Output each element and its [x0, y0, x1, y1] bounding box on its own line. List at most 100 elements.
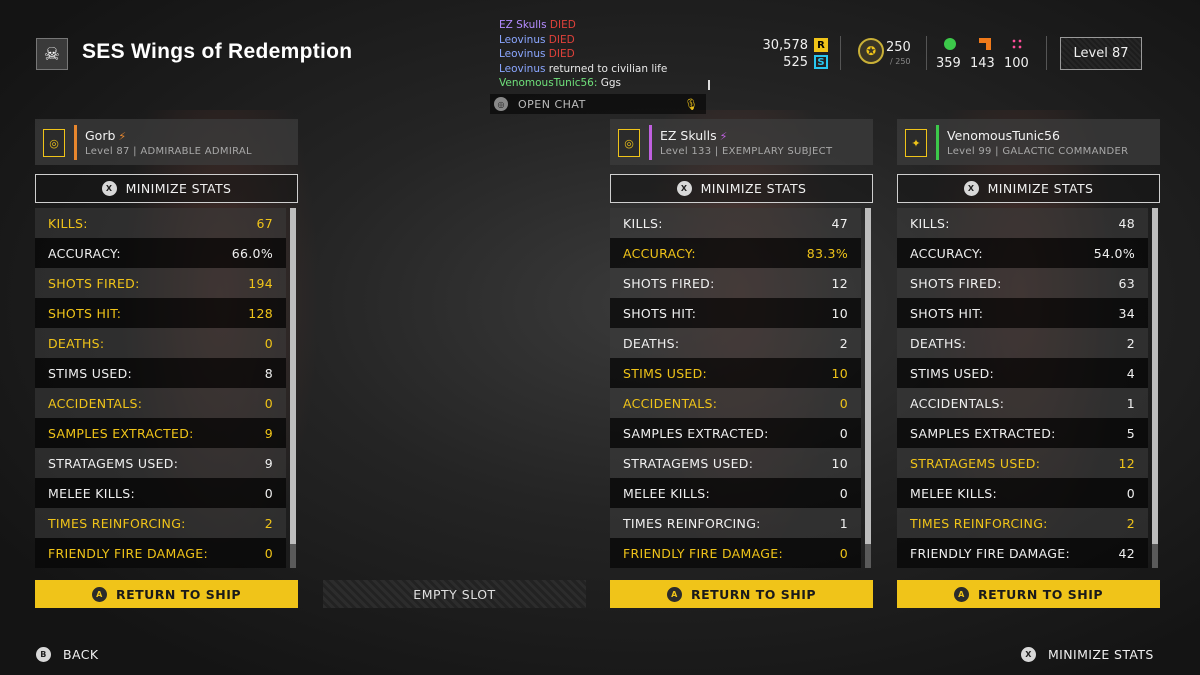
- stat-label: TIMES REINFORCING:: [623, 515, 761, 531]
- open-chat-label: OPEN CHAT: [518, 97, 586, 111]
- stat-value: 10: [831, 305, 848, 321]
- super-samples-value: 100: [1004, 56, 1029, 71]
- scrollbar-thumb[interactable]: [1152, 208, 1158, 544]
- x-button-icon: X: [963, 181, 979, 196]
- return-to-ship-button[interactable]: A RETURN TO SHIP: [35, 580, 298, 608]
- stat-value: 1: [1126, 395, 1135, 411]
- stat-row: ACCURACY: 66.0%: [35, 238, 286, 268]
- open-chat-button[interactable]: ◎ OPEN CHAT 🎙: [490, 94, 706, 114]
- stat-value: 12: [831, 275, 848, 291]
- stat-value: 0: [264, 485, 273, 501]
- stat-row: STRATAGEMS USED: 10: [610, 448, 861, 478]
- rare-sample-icon: [979, 38, 991, 50]
- back-button[interactable]: B BACK: [36, 647, 98, 662]
- stat-value: 47: [831, 215, 848, 231]
- x-button-icon: X: [101, 181, 117, 196]
- stat-label: SAMPLES EXTRACTED:: [910, 425, 1056, 441]
- stat-value: 83.3%: [806, 245, 848, 261]
- player-name[interactable]: Gorb ⚡: [85, 128, 126, 143]
- stat-label: FRIENDLY FIRE DAMAGE:: [623, 545, 783, 561]
- common-sample-icon: [944, 38, 956, 50]
- stat-label: STIMS USED:: [910, 365, 995, 381]
- minimize-stats-button[interactable]: X MINIMIZE STATS: [610, 174, 873, 203]
- stat-row: STIMS USED: 10: [610, 358, 861, 388]
- return-to-ship-label: RETURN TO SHIP: [977, 586, 1104, 602]
- stat-value: 10: [831, 455, 848, 471]
- a-button-icon: A: [953, 586, 969, 602]
- stat-value: 34: [1118, 305, 1135, 321]
- stat-value: 48: [1118, 215, 1135, 231]
- scrollbar-thumb[interactable]: [865, 208, 871, 544]
- stat-value: 5: [1126, 425, 1135, 441]
- stat-label: SAMPLES EXTRACTED:: [623, 425, 769, 441]
- stat-label: ACCIDENTALS:: [48, 395, 143, 411]
- chat-key-icon: ◎: [494, 97, 508, 111]
- stat-label: ACCIDENTALS:: [910, 395, 1005, 411]
- return-to-ship-button[interactable]: A RETURN TO SHIP: [897, 580, 1160, 608]
- player-name[interactable]: VenomousTunic56: [947, 128, 1060, 143]
- stat-row: ACCURACY: 83.3%: [610, 238, 861, 268]
- bolt-icon: ⚡: [118, 130, 127, 143]
- stat-value: 42: [1118, 545, 1135, 561]
- stat-value: 0: [1126, 485, 1135, 501]
- stat-value: 0: [264, 395, 273, 411]
- stat-label: SAMPLES EXTRACTED:: [48, 425, 194, 441]
- stat-label: ACCURACY:: [910, 245, 983, 261]
- stat-label: SHOTS FIRED:: [910, 275, 1002, 291]
- minimize-stats-label: MINIMIZE STATS: [125, 181, 232, 196]
- stat-row: ACCIDENTALS: 0: [610, 388, 861, 418]
- stat-value: 63: [1118, 275, 1135, 291]
- divider: [1046, 36, 1047, 70]
- stat-row: FRIENDLY FIRE DAMAGE: 0: [35, 538, 286, 568]
- chat-line: Leovinus DIED: [499, 48, 575, 60]
- a-button-icon: A: [91, 586, 107, 602]
- divider: [926, 36, 927, 70]
- scrollbar-thumb[interactable]: [290, 208, 296, 544]
- scrollbar[interactable]: [290, 208, 296, 568]
- stat-value: 8: [264, 365, 273, 381]
- stat-value: 0: [839, 425, 848, 441]
- footer-minimize-stats-button[interactable]: X MINIMIZE STATS: [1021, 647, 1154, 662]
- player-rank: Level 87 | ADMIRABLE ADMIRAL: [85, 146, 252, 157]
- stat-row: TIMES REINFORCING: 1: [610, 508, 861, 538]
- chat-line: VenomousTunic56: Ggs: [499, 77, 622, 89]
- stat-label: STRATAGEMS USED:: [48, 455, 179, 471]
- stat-label: MELEE KILLS:: [623, 485, 710, 501]
- scrollbar[interactable]: [865, 208, 871, 568]
- minimize-stats-button[interactable]: X MINIMIZE STATS: [897, 174, 1160, 203]
- player-rank: Level 133 | EXEMPLARY SUBJECT: [660, 146, 833, 157]
- stat-label: SHOTS HIT:: [48, 305, 122, 321]
- footer-minimize-stats-label: MINIMIZE STATS: [1048, 647, 1154, 662]
- stat-value: 66.0%: [231, 245, 273, 261]
- stat-value: 9: [264, 455, 273, 471]
- x-button-icon: X: [1021, 647, 1036, 662]
- stat-row: MELEE KILLS: 0: [897, 478, 1148, 508]
- stat-value: 0: [839, 485, 848, 501]
- player-header: ✦ VenomousTunic56 Level 99 | GALACTIC CO…: [897, 119, 1160, 165]
- minimize-stats-button[interactable]: X MINIMIZE STATS: [35, 174, 298, 203]
- stat-value: 0: [839, 545, 848, 561]
- stat-row: STIMS USED: 8: [35, 358, 286, 388]
- stat-label: ACCIDENTALS:: [623, 395, 718, 411]
- stat-row: FRIENDLY FIRE DAMAGE: 0: [610, 538, 861, 568]
- stat-row: ACCIDENTALS: 1: [897, 388, 1148, 418]
- stat-value: 0: [839, 395, 848, 411]
- stat-row: ACCIDENTALS: 0: [35, 388, 286, 418]
- empty-slot: EMPTY SLOT: [323, 580, 586, 608]
- scrollbar[interactable]: [1152, 208, 1158, 568]
- stat-row: SHOTS FIRED: 12: [610, 268, 861, 298]
- stat-row: SAMPLES EXTRACTED: 5: [897, 418, 1148, 448]
- stat-label: SHOTS HIT:: [623, 305, 697, 321]
- common-samples-value: 359: [936, 56, 961, 71]
- player-name[interactable]: EZ Skulls ⚡: [660, 128, 727, 143]
- stat-row: FRIENDLY FIRE DAMAGE: 42: [897, 538, 1148, 568]
- stats-list: KILLS: 48 ACCURACY: 54.0% SHOTS FIRED: 63 SHOT…: [897, 208, 1148, 568]
- stat-label: TIMES REINFORCING:: [910, 515, 1048, 531]
- stat-value: 10: [831, 365, 848, 381]
- stat-value: 9: [264, 425, 273, 441]
- return-to-ship-button[interactable]: A RETURN TO SHIP: [610, 580, 873, 608]
- stat-label: DEATHS:: [48, 335, 105, 351]
- bolt-icon: ⚡: [719, 130, 728, 143]
- chat-line: Leovinus returned to civilian life: [499, 62, 668, 75]
- skull-icon: ☠: [36, 38, 68, 70]
